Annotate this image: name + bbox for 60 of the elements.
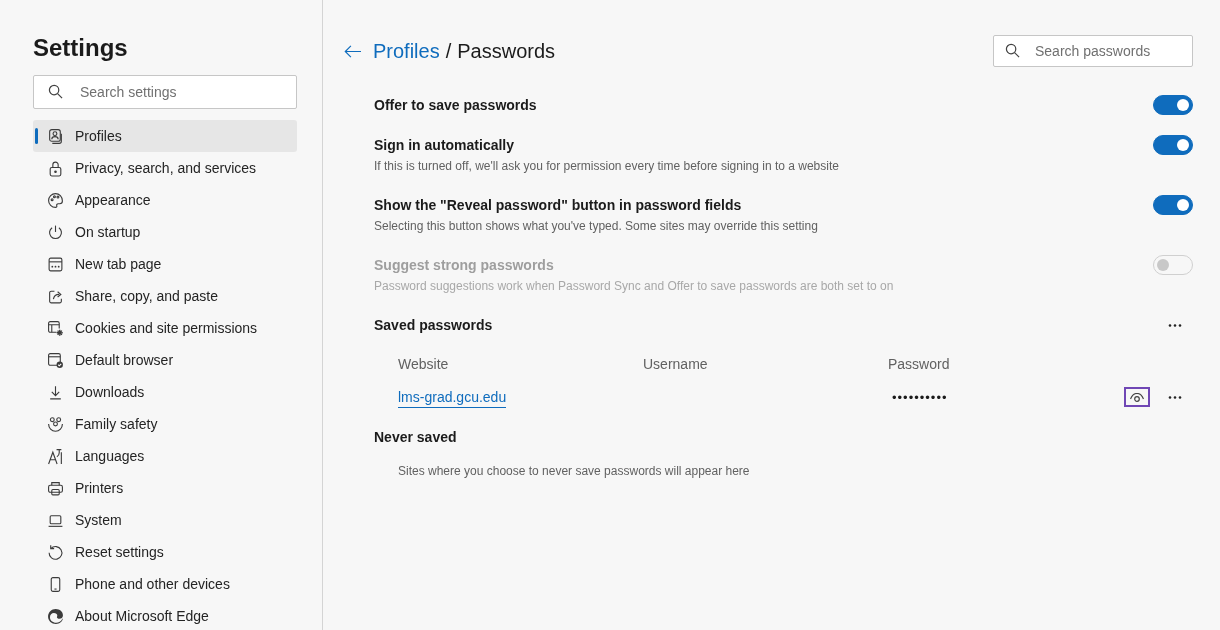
window-check-icon xyxy=(47,351,64,369)
download-icon xyxy=(47,383,64,401)
search-field[interactable]: Search passwords xyxy=(993,35,1193,67)
lock-icon xyxy=(47,159,64,177)
sidebar-item[interactable]: New tab page xyxy=(33,248,297,280)
breadcrumb-separator: / xyxy=(445,39,452,63)
profile-card-icon xyxy=(47,127,64,145)
eye-icon xyxy=(1130,392,1144,402)
settings-title: Settings xyxy=(33,34,129,62)
palette-icon xyxy=(47,191,64,209)
more-icon xyxy=(1168,395,1182,399)
reset-arrow-icon xyxy=(47,543,64,561)
setting-description: Selecting this button shows what you've typed. Some sites may override this setting xyxy=(374,218,818,235)
toggle-switch[interactable] xyxy=(1153,195,1193,215)
setting-title: Suggest strong passwords xyxy=(374,256,555,275)
sidebar-item[interactable]: Privacy, search, and services xyxy=(33,152,297,184)
website-link[interactable]: lms-grad.gcu.edu xyxy=(398,389,507,408)
setting-description: If this is turned off, we'll ask you for permission every time before signing in to a website xyxy=(374,158,839,175)
sidebar-item[interactable]: System xyxy=(33,504,297,536)
sidebar-item[interactable]: Family safety xyxy=(33,408,297,440)
setting-description: Password suggestions work when Password Sync and Offer to save passwords are both set to on xyxy=(374,278,894,295)
reveal-password-button[interactable] xyxy=(1124,387,1150,407)
sidebar-item[interactable]: Share, copy, and paste xyxy=(33,280,297,312)
setting-title: Show the "Reveal password" button in password fields xyxy=(374,196,743,215)
search-field[interactable]: Search settings xyxy=(33,75,297,109)
language-icon xyxy=(47,447,64,465)
printer-icon xyxy=(47,479,64,497)
sidebar-item[interactable]: Profiles xyxy=(33,120,297,152)
swirl-logo-icon xyxy=(47,607,64,625)
sidebar-item[interactable]: Appearance xyxy=(33,184,297,216)
search-icon xyxy=(48,84,63,99)
sidebar-item[interactable]: On startup xyxy=(33,216,297,248)
more-icon xyxy=(1168,323,1182,327)
power-icon xyxy=(47,223,64,241)
sidebar-item[interactable]: Cookies and site permissions xyxy=(33,312,297,344)
sidebar-item[interactable]: Phone and other devices xyxy=(33,568,297,600)
people-group-icon xyxy=(47,415,64,433)
section-title: Never saved xyxy=(374,428,457,447)
search-icon xyxy=(1005,43,1020,58)
sidebar-item[interactable]: Downloads xyxy=(33,376,297,408)
sidebar-item[interactable]: About Microsoft Edge xyxy=(33,600,297,630)
sidebar-item[interactable]: Printers xyxy=(33,472,297,504)
window-dots-icon xyxy=(47,255,64,273)
password-mask: •••••••••• xyxy=(891,390,948,405)
window-gear-icon xyxy=(47,319,64,337)
section-title: Saved passwords xyxy=(374,316,493,335)
toggle-switch[interactable] xyxy=(1153,135,1193,155)
setting-title: Offer to save passwords xyxy=(374,96,537,115)
empty-state-text: Sites where you choose to never save passwords will appear here xyxy=(398,463,751,480)
setting-title: Sign in automatically xyxy=(374,136,516,155)
column-header: Username xyxy=(643,356,708,372)
sidebar-item[interactable]: Languages xyxy=(33,440,297,472)
sidebar-item[interactable]: Reset settings xyxy=(33,536,297,568)
breadcrumb-link[interactable]: Profiles xyxy=(373,39,440,63)
sidebar-item[interactable]: Default browser xyxy=(33,344,297,376)
column-header: Password xyxy=(888,356,950,372)
toggle-switch[interactable] xyxy=(1153,95,1193,115)
column-header: Website xyxy=(398,356,449,372)
page-title: Passwords xyxy=(457,39,556,63)
back-arrow-icon xyxy=(344,42,361,60)
